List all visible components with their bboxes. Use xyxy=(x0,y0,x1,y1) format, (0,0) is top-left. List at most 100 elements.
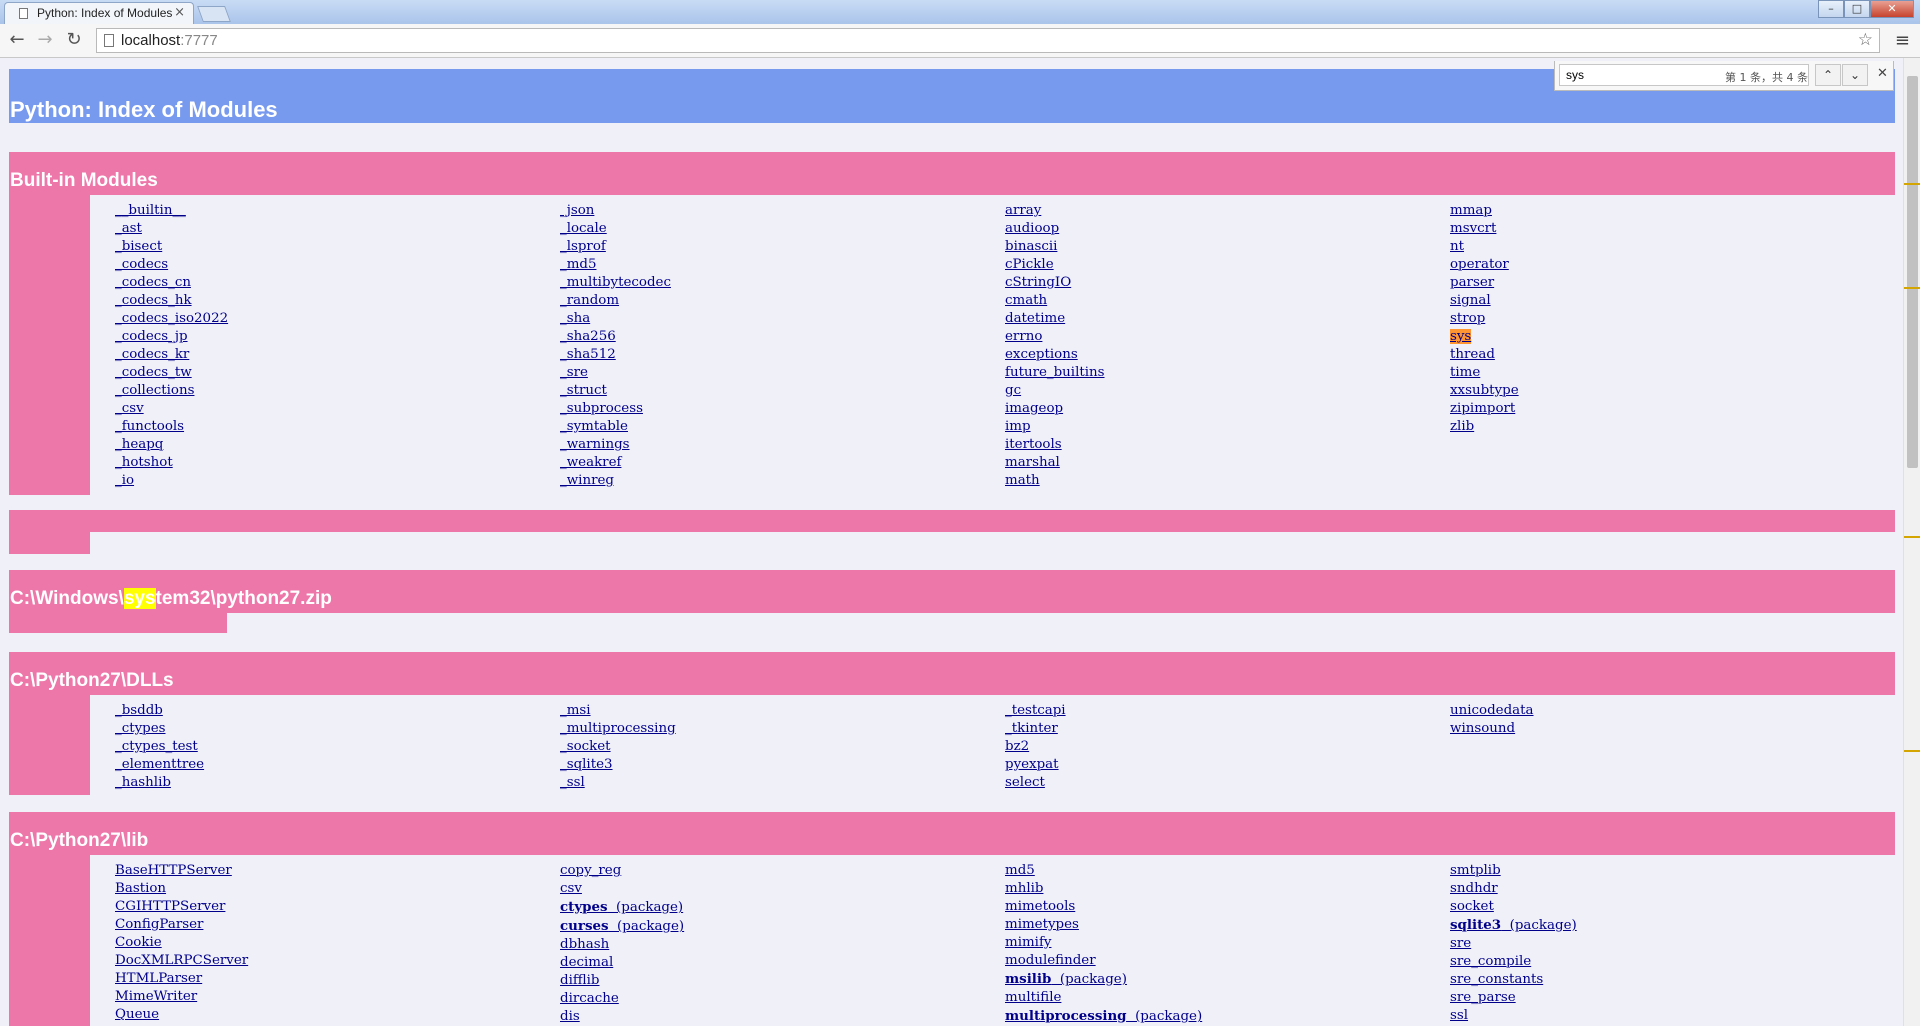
module-link[interactable]: array xyxy=(1005,202,1105,220)
module-link[interactable]: future_builtins xyxy=(1005,364,1105,382)
module-link[interactable]: binascii xyxy=(1005,238,1105,256)
module-link[interactable]: sre xyxy=(1450,935,1577,953)
module-link[interactable]: multiprocessing (package) xyxy=(1005,1007,1202,1026)
module-link[interactable]: imageop xyxy=(1005,400,1105,418)
module-link[interactable]: _lsprof xyxy=(560,238,671,256)
module-link[interactable]: audioop xyxy=(1005,220,1105,238)
reload-icon[interactable]: ↻ xyxy=(62,28,86,52)
module-link[interactable]: smtplib xyxy=(1450,862,1577,880)
module-link[interactable]: decimal xyxy=(560,954,684,972)
module-link[interactable]: _ssl xyxy=(560,774,676,792)
module-link[interactable]: _sre xyxy=(560,364,671,382)
module-link[interactable]: _warnings xyxy=(560,436,671,454)
module-link[interactable]: itertools xyxy=(1005,436,1105,454)
module-link[interactable]: __builtin__ xyxy=(115,202,228,220)
module-link[interactable]: _codecs_iso2022 xyxy=(115,310,228,328)
module-link[interactable]: cmath xyxy=(1005,292,1105,310)
module-link[interactable]: zipimport xyxy=(1450,400,1519,418)
module-link[interactable]: _msi xyxy=(560,702,676,720)
module-link[interactable]: _sha xyxy=(560,310,671,328)
module-link[interactable]: mimify xyxy=(1005,934,1202,952)
module-link[interactable]: strop xyxy=(1450,310,1519,328)
module-link[interactable]: dis xyxy=(560,1008,684,1026)
module-link[interactable]: operator xyxy=(1450,256,1519,274)
module-link[interactable]: parser xyxy=(1450,274,1519,292)
menu-icon[interactable]: ≡ xyxy=(1895,30,1910,51)
module-link[interactable]: nt xyxy=(1450,238,1519,256)
module-link[interactable]: cStringIO xyxy=(1005,274,1105,292)
module-link[interactable]: datetime xyxy=(1005,310,1105,328)
module-link[interactable]: msilib (package) xyxy=(1005,970,1202,989)
module-link[interactable]: _multibytecodec xyxy=(560,274,671,292)
module-link[interactable]: _hashlib xyxy=(115,774,204,792)
module-link[interactable]: signal xyxy=(1450,292,1519,310)
module-link[interactable]: curses (package) xyxy=(560,917,684,936)
module-link[interactable]: cPickle xyxy=(1005,256,1105,274)
module-link[interactable]: ssl xyxy=(1450,1007,1577,1025)
find-next-button[interactable]: ⌄ xyxy=(1842,64,1868,86)
module-link[interactable]: sre_compile xyxy=(1450,953,1577,971)
module-link[interactable]: csv xyxy=(560,880,684,898)
module-link[interactable]: _socket xyxy=(560,738,676,756)
module-link[interactable]: select xyxy=(1005,774,1066,792)
new-tab-button[interactable] xyxy=(197,6,231,22)
scrollbar-thumb[interactable] xyxy=(1907,76,1918,468)
module-link[interactable]: sndhdr xyxy=(1450,880,1577,898)
module-link[interactable]: _winreg xyxy=(560,472,671,490)
module-link[interactable]: MimeWriter xyxy=(115,988,248,1006)
tab-close-icon[interactable]: × xyxy=(174,5,185,20)
module-link[interactable]: mmap xyxy=(1450,202,1519,220)
module-link[interactable]: modulefinder xyxy=(1005,952,1202,970)
minimize-button[interactable]: – xyxy=(1818,0,1844,18)
module-link[interactable]: md5 xyxy=(1005,862,1202,880)
module-link[interactable]: DocXMLRPCServer xyxy=(115,952,248,970)
module-link[interactable]: _codecs_cn xyxy=(115,274,228,292)
module-link[interactable]: zlib xyxy=(1450,418,1519,436)
module-link[interactable]: _hotshot xyxy=(115,454,228,472)
module-link[interactable]: dbhash xyxy=(560,936,684,954)
module-link[interactable]: gc xyxy=(1005,382,1105,400)
bookmark-star-icon[interactable]: ☆ xyxy=(1858,30,1873,50)
maximize-button[interactable]: □ xyxy=(1844,0,1870,18)
module-link[interactable]: _testcapi xyxy=(1005,702,1066,720)
vertical-scrollbar[interactable] xyxy=(1903,58,1920,1026)
module-link[interactable]: _collections xyxy=(115,382,228,400)
module-link[interactable]: _codecs_tw xyxy=(115,364,228,382)
module-link[interactable]: sre_constants xyxy=(1450,971,1577,989)
module-link[interactable]: pyexpat xyxy=(1005,756,1066,774)
find-close-icon[interactable]: ✕ xyxy=(1877,66,1888,81)
module-link[interactable]: _elementtree xyxy=(115,756,204,774)
module-link[interactable]: _struct xyxy=(560,382,671,400)
module-link[interactable]: _heapq xyxy=(115,436,228,454)
module-link[interactable]: unicodedata xyxy=(1450,702,1534,720)
module-link[interactable]: _bsddb xyxy=(115,702,204,720)
module-link[interactable]: thread xyxy=(1450,346,1519,364)
module-link[interactable]: msvcrt xyxy=(1450,220,1519,238)
module-link[interactable]: _codecs_hk xyxy=(115,292,228,310)
module-link[interactable]: _ctypes_test xyxy=(115,738,204,756)
module-link[interactable]: imp xyxy=(1005,418,1105,436)
module-link[interactable]: _functools xyxy=(115,418,228,436)
module-link[interactable]: _ast xyxy=(115,220,228,238)
module-link[interactable]: HTMLParser xyxy=(115,970,248,988)
module-link[interactable]: _subprocess xyxy=(560,400,671,418)
module-link[interactable]: _codecs_jp xyxy=(115,328,228,346)
module-link[interactable]: _io xyxy=(115,472,228,490)
close-window-button[interactable]: ✕ xyxy=(1870,0,1914,18)
module-link[interactable]: errno xyxy=(1005,328,1105,346)
module-link[interactable]: Cookie xyxy=(115,934,248,952)
module-link[interactable]: Bastion xyxy=(115,880,248,898)
find-previous-button[interactable]: ⌃ xyxy=(1815,64,1841,86)
module-link[interactable]: _locale xyxy=(560,220,671,238)
module-link[interactable]: copy_reg xyxy=(560,862,684,880)
module-link[interactable]: winsound xyxy=(1450,720,1534,738)
module-link[interactable]: marshal xyxy=(1005,454,1105,472)
module-link[interactable]: _sha256 xyxy=(560,328,671,346)
module-link[interactable]: _md5 xyxy=(560,256,671,274)
module-link[interactable]: _codecs_kr xyxy=(115,346,228,364)
module-link[interactable]: socket xyxy=(1450,898,1577,916)
module-link[interactable]: sre_parse xyxy=(1450,989,1577,1007)
module-link[interactable]: ctypes (package) xyxy=(560,898,684,917)
module-link[interactable]: bz2 xyxy=(1005,738,1066,756)
module-link[interactable]: sys xyxy=(1450,328,1519,346)
